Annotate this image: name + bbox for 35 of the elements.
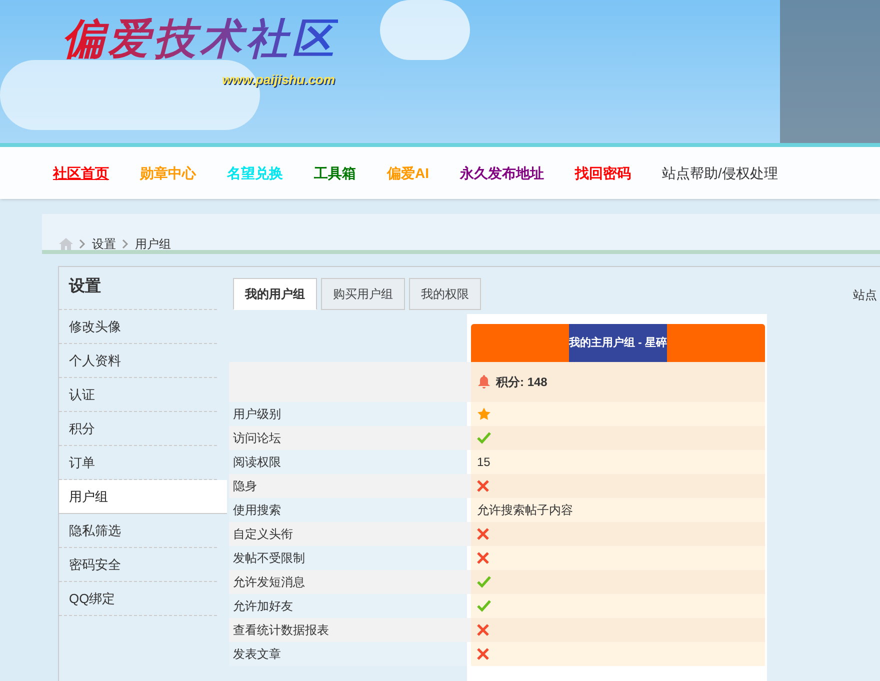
nav-link[interactable]: 永久发布地址: [460, 162, 544, 184]
chevron-icon: [122, 239, 129, 249]
logo-title: 偏爱技术社区: [62, 18, 338, 60]
nav-link[interactable]: 社区首页: [53, 162, 109, 184]
nav-link[interactable]: 站点帮助/侵权处理: [662, 162, 778, 184]
sidebar-item[interactable]: QQ绑定: [59, 582, 217, 616]
table-cell-text: 15: [477, 454, 490, 471]
sidebar-item[interactable]: 积分: [59, 412, 217, 446]
table-cell: 允许发短消息: [229, 570, 471, 594]
points-text: 积分: 148: [496, 374, 548, 391]
table-cell: 自定义头衔: [229, 522, 471, 546]
sidebar-title: 设置: [59, 275, 217, 310]
bell-icon: [478, 375, 490, 389]
sidebar-item[interactable]: 密码安全: [59, 548, 217, 582]
home-icon[interactable]: [59, 238, 73, 250]
tab[interactable]: 我的权限: [409, 278, 481, 310]
table-cell: 隐身: [229, 474, 471, 498]
table-cell: 查看统计数据报表: [229, 618, 471, 642]
sidebar-item[interactable]: 个人资料: [59, 344, 217, 378]
sidebar-item[interactable]: 隐私筛选: [59, 514, 217, 548]
sidebar-item[interactable]: 认证: [59, 378, 217, 412]
breadcrumb-link[interactable]: 用户组: [135, 235, 171, 253]
nav-link[interactable]: 找回密码: [575, 162, 631, 184]
chevron-icon: [79, 239, 86, 249]
sidebar-item[interactable]: 修改头像: [59, 310, 217, 344]
tab[interactable]: 购买用户组: [321, 278, 405, 310]
table-cell-text: 允许搜索帖子内容: [477, 502, 573, 519]
breadcrumb-link[interactable]: 设置: [92, 235, 116, 253]
side-note: 站点: [853, 287, 877, 304]
sidebar-item[interactable]: 用户组: [59, 480, 227, 514]
tab[interactable]: 我的用户组: [233, 278, 317, 310]
nav-link[interactable]: 工具箱: [314, 162, 356, 184]
table-cell: 访问论坛: [229, 426, 471, 450]
logo-url: www.paijishu.com: [222, 71, 335, 89]
group-title: 我的主用户组 - 星碎: [569, 324, 667, 362]
